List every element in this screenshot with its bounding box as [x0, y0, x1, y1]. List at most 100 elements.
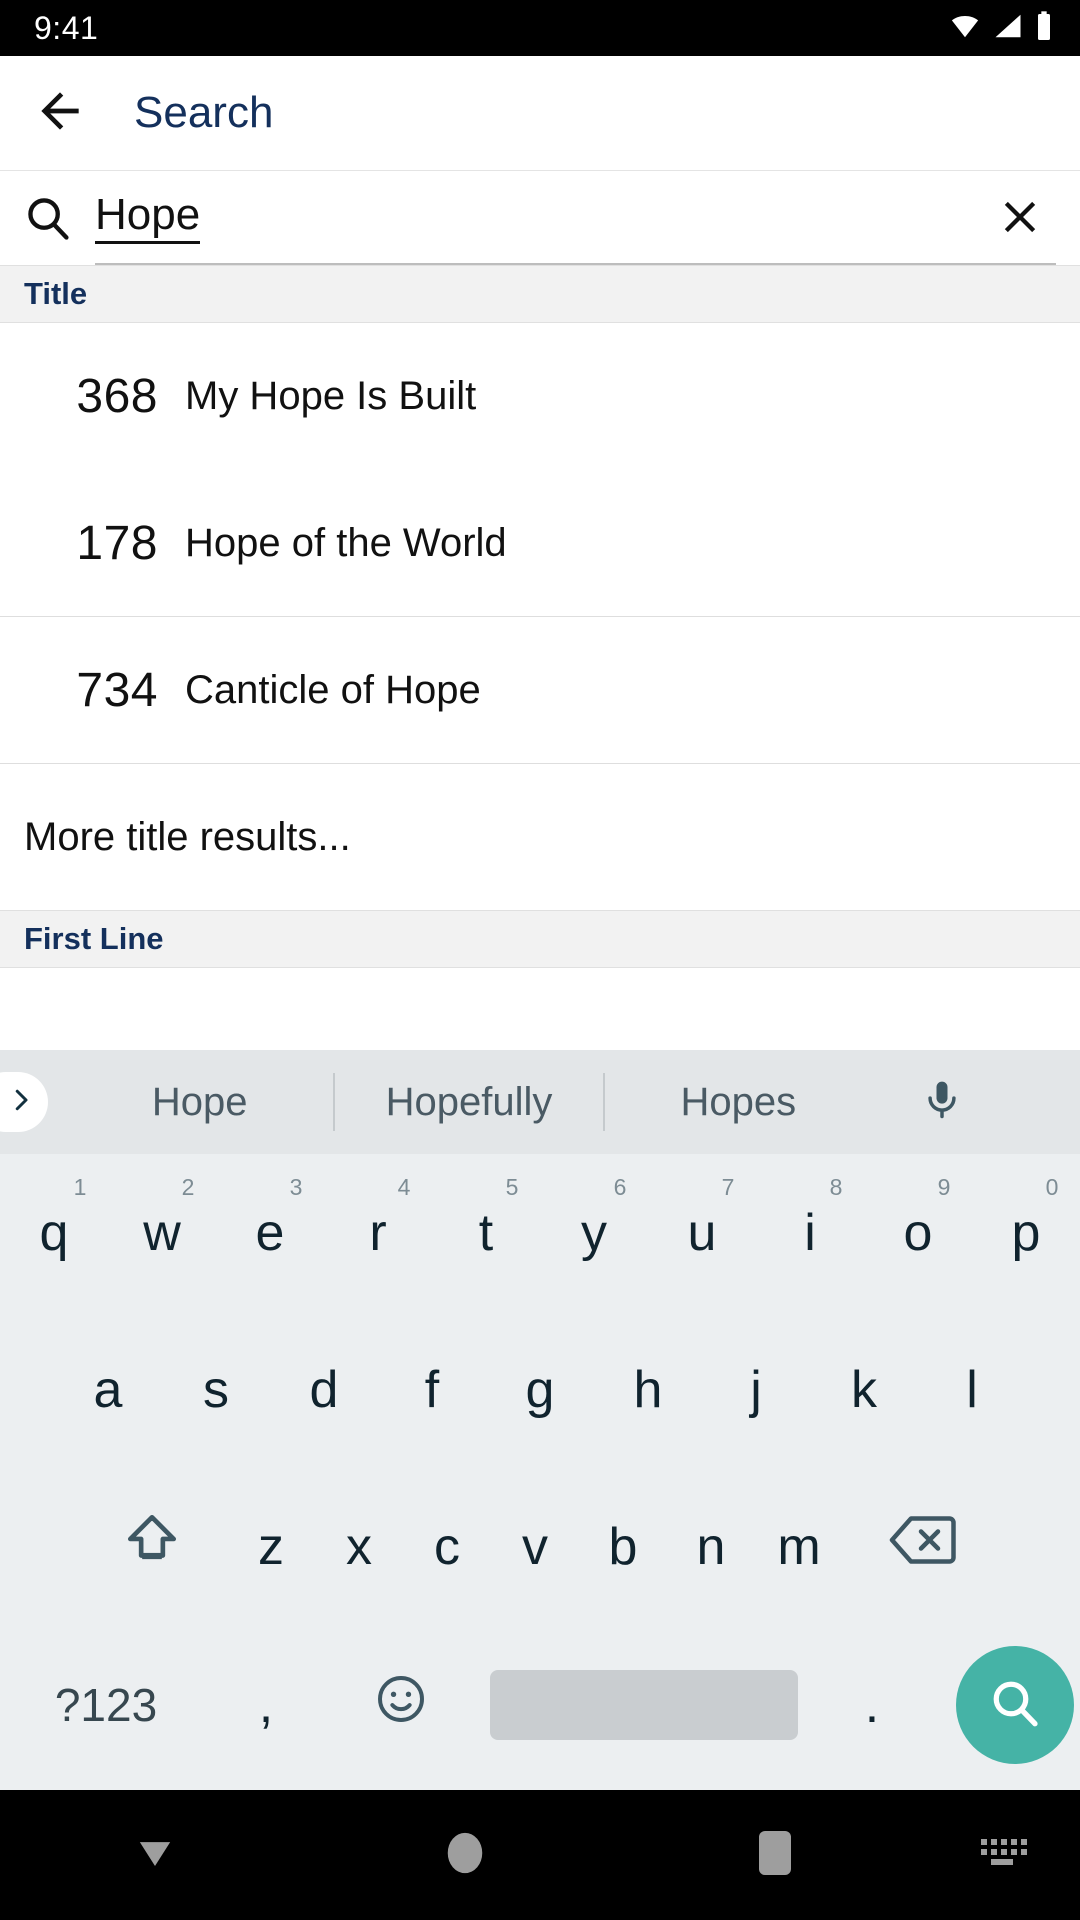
arrow-back-icon — [32, 83, 88, 144]
backspace-key[interactable] — [843, 1468, 1003, 1625]
section-header-title: Title — [0, 265, 1080, 323]
key-h[interactable]: h — [594, 1311, 702, 1468]
section-header-label: Title — [24, 276, 88, 311]
system-navigation-bar — [0, 1790, 1080, 1920]
table-row[interactable]: 368 My Hope Is Built — [0, 323, 1080, 470]
more-title-results-label: More title results... — [24, 814, 351, 859]
keyboard-row-4: ?123 , . — [0, 1625, 1080, 1785]
key-y-label: y — [581, 1203, 607, 1262]
key-e-number: 3 — [289, 1174, 303, 1200]
key-g[interactable]: g — [486, 1311, 594, 1468]
status-bar: 9:41 — [0, 0, 1080, 56]
keyboard-row-1: 1q 2w 3e 4r 5t 6y 7u 8i 9o 0p — [0, 1154, 1080, 1311]
key-r-number: 4 — [397, 1174, 411, 1200]
search-icon — [985, 1673, 1045, 1738]
key-y[interactable]: 6y — [540, 1154, 648, 1311]
key-b[interactable]: b — [579, 1468, 667, 1625]
section-header-label: First Line — [24, 921, 164, 956]
wifi-icon — [948, 11, 982, 46]
suggestion-item[interactable]: Hope — [66, 1050, 333, 1154]
battery-icon — [1034, 10, 1054, 47]
key-o[interactable]: 9o — [864, 1154, 972, 1311]
keyboard-dismiss-icon — [129, 1827, 181, 1884]
key-p-number: 0 — [1045, 1174, 1059, 1200]
key-f[interactable]: f — [378, 1311, 486, 1468]
key-o-number: 9 — [937, 1174, 951, 1200]
suggestion-item[interactable]: Hopes — [605, 1050, 872, 1154]
key-i[interactable]: 8i — [756, 1154, 864, 1311]
table-row[interactable]: 178 Hope of the World — [0, 470, 1080, 617]
key-t-label: t — [478, 1203, 494, 1262]
home-circle-icon — [442, 1827, 488, 1884]
emoji-icon — [373, 1671, 429, 1740]
key-a[interactable]: a — [54, 1311, 162, 1468]
key-x[interactable]: x — [315, 1468, 403, 1625]
recents-square-icon — [753, 1827, 797, 1884]
suggestion-item[interactable]: Hopefully — [335, 1050, 602, 1154]
nav-home-button[interactable] — [310, 1827, 620, 1884]
key-z[interactable]: z — [227, 1468, 315, 1625]
key-p-label: p — [1011, 1203, 1041, 1262]
key-c[interactable]: c — [403, 1468, 491, 1625]
key-r[interactable]: 4r — [324, 1154, 432, 1311]
key-l[interactable]: l — [918, 1311, 1026, 1468]
shift-key[interactable] — [77, 1468, 227, 1625]
voice-input-button[interactable] — [872, 1073, 1012, 1132]
nav-keyboard-indicator[interactable] — [930, 1833, 1080, 1878]
key-p[interactable]: 0p — [972, 1154, 1080, 1311]
comma-key[interactable]: , — [206, 1627, 326, 1784]
keyboard-row-3: z x c v b n m — [0, 1468, 1080, 1625]
search-input-value: Hope — [95, 190, 201, 245]
key-i-label: i — [804, 1203, 816, 1262]
hymn-number: 734 — [76, 663, 158, 717]
emoji-key[interactable] — [326, 1627, 476, 1784]
key-u[interactable]: 7u — [648, 1154, 756, 1311]
key-q[interactable]: 1q — [0, 1154, 108, 1311]
microphone-icon — [920, 1073, 964, 1132]
search-input[interactable]: Hope — [95, 171, 1056, 265]
chevron-right-icon — [6, 1079, 36, 1126]
nav-recents-button[interactable] — [620, 1827, 930, 1884]
on-screen-keyboard: Hope Hopefully Hopes 1q 2w 3e 4 r 5 t 6 … — [0, 1050, 1080, 1790]
hymn-title: Canticle of Hope — [185, 667, 481, 712]
hymn-number: 178 — [76, 516, 158, 570]
key-e-label: e — [255, 1203, 285, 1262]
search-icon — [0, 192, 95, 244]
key-t[interactable]: 5t — [432, 1154, 540, 1311]
close-icon — [994, 191, 1046, 248]
symbols-key[interactable]: ?123 — [6, 1627, 206, 1784]
nav-back-button[interactable] — [0, 1827, 310, 1884]
key-q-number: 1 — [73, 1174, 87, 1200]
key-u-label: u — [687, 1203, 717, 1262]
key-m[interactable]: m — [755, 1468, 843, 1625]
more-title-results-link[interactable]: More title results... — [0, 764, 1080, 910]
backspace-icon — [888, 1511, 958, 1582]
search-submit-key[interactable] — [956, 1646, 1074, 1764]
key-o-label: o — [903, 1203, 933, 1262]
key-i-number: 8 — [829, 1174, 843, 1200]
key-d[interactable]: d — [270, 1311, 378, 1468]
key-k[interactable]: k — [810, 1311, 918, 1468]
table-row[interactable]: 734 Canticle of Hope — [0, 617, 1080, 764]
hymn-title: Hope of the World — [185, 520, 507, 565]
key-q-label: q — [39, 1203, 69, 1262]
clear-search-button[interactable] — [990, 189, 1050, 249]
key-t-number: 5 — [505, 1174, 519, 1200]
period-key[interactable]: . — [812, 1627, 932, 1784]
key-s[interactable]: s — [162, 1311, 270, 1468]
key-n[interactable]: n — [667, 1468, 755, 1625]
key-j[interactable]: j — [702, 1311, 810, 1468]
key-r-label: r — [369, 1203, 387, 1262]
space-key[interactable] — [490, 1670, 798, 1740]
key-w[interactable]: 2w — [108, 1154, 216, 1311]
expand-suggestions-button[interactable] — [0, 1072, 48, 1132]
key-v[interactable]: v — [491, 1468, 579, 1625]
back-button[interactable] — [0, 56, 120, 171]
status-time: 9:41 — [34, 9, 99, 46]
section-header-first-line: First Line — [0, 910, 1080, 968]
hymn-number: 368 — [76, 370, 158, 423]
page-title: Search — [134, 88, 274, 137]
key-e[interactable]: 3e — [216, 1154, 324, 1311]
key-u-number: 7 — [721, 1174, 735, 1200]
shift-icon — [121, 1509, 183, 1584]
